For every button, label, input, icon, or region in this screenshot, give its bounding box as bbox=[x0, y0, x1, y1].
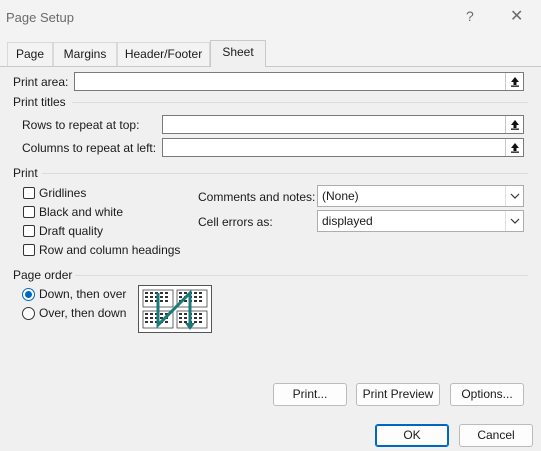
rows-repeat-label: Rows to repeat at top: bbox=[22, 118, 140, 132]
collapse-arrow-icon bbox=[510, 77, 519, 87]
down-then-over-radio[interactable] bbox=[22, 288, 35, 301]
rows-repeat-collapse-button[interactable] bbox=[505, 116, 523, 133]
comments-notes-label: Comments and notes: bbox=[198, 190, 316, 204]
over-then-down-radio[interactable] bbox=[22, 307, 35, 320]
gridlines-label: Gridlines bbox=[39, 186, 87, 200]
options-button[interactable]: Options... bbox=[450, 383, 524, 406]
cancel-button[interactable]: Cancel bbox=[459, 424, 533, 447]
print-titles-separator bbox=[72, 102, 528, 103]
tab-page[interactable]: Page bbox=[7, 42, 53, 66]
page-order-preview bbox=[138, 285, 212, 333]
gridlines-checkbox[interactable] bbox=[23, 187, 35, 199]
down-then-over-label: Down, then over bbox=[39, 287, 127, 301]
help-button[interactable]: ? bbox=[466, 8, 474, 24]
print-button[interactable]: Print... bbox=[273, 383, 347, 406]
title-bar bbox=[0, 0, 541, 36]
cell-errors-select[interactable]: displayed bbox=[317, 210, 524, 232]
over-then-down-label: Over, then down bbox=[39, 306, 127, 320]
cell-errors-value: displayed bbox=[322, 214, 373, 228]
print-area-collapse-button[interactable] bbox=[505, 73, 523, 90]
page-order-preview-icon bbox=[138, 285, 212, 333]
draft-quality-checkbox[interactable] bbox=[23, 225, 35, 237]
draft-quality-label: Draft quality bbox=[39, 224, 104, 238]
columns-repeat-label: Columns to repeat at left: bbox=[22, 141, 157, 155]
comments-notes-select[interactable]: (None) bbox=[317, 185, 524, 207]
page-order-heading: Page order bbox=[13, 268, 73, 282]
tab-margins[interactable]: Margins bbox=[53, 42, 117, 66]
close-button[interactable]: ✕ bbox=[510, 6, 523, 26]
rows-repeat-field[interactable] bbox=[162, 115, 524, 134]
print-preview-button[interactable]: Print Preview bbox=[356, 383, 440, 406]
black-white-label: Black and white bbox=[39, 205, 124, 219]
row-col-headings-label: Row and column headings bbox=[39, 243, 181, 257]
tab-sheet[interactable]: Sheet bbox=[210, 40, 266, 67]
tab-header-footer[interactable]: Header/Footer bbox=[117, 42, 210, 66]
print-area-field[interactable] bbox=[74, 72, 524, 91]
ok-button[interactable]: OK bbox=[375, 424, 449, 447]
collapse-arrow-icon bbox=[510, 120, 519, 130]
columns-repeat-field[interactable] bbox=[162, 138, 524, 157]
row-col-headings-checkbox[interactable] bbox=[23, 244, 35, 256]
cell-errors-label: Cell errors as: bbox=[198, 215, 273, 229]
chevron-down-icon bbox=[505, 186, 523, 206]
print-heading: Print bbox=[13, 166, 38, 180]
comments-notes-value: (None) bbox=[322, 189, 359, 203]
page-order-separator bbox=[75, 275, 528, 276]
columns-repeat-collapse-button[interactable] bbox=[505, 139, 523, 156]
print-titles-heading: Print titles bbox=[13, 95, 66, 109]
black-white-checkbox[interactable] bbox=[23, 206, 35, 218]
collapse-arrow-icon bbox=[510, 143, 519, 153]
dialog-title: Page Setup bbox=[6, 10, 74, 25]
print-separator bbox=[42, 173, 528, 174]
print-area-label: Print area: bbox=[13, 75, 69, 89]
chevron-down-icon bbox=[505, 211, 523, 231]
